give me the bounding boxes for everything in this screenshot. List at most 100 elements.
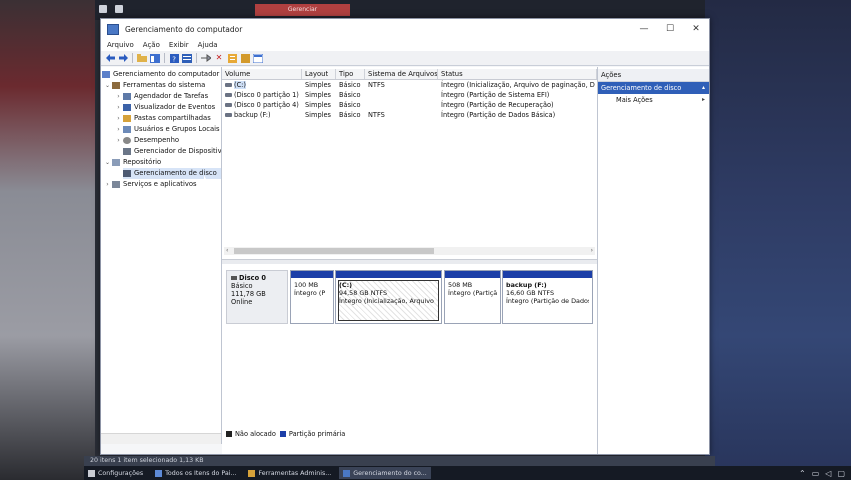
computer-icon <box>102 71 110 78</box>
partition-recovery[interactable]: 508 MB Íntegro (Partiçã <box>444 270 501 324</box>
expand-chevron-icon[interactable]: › <box>115 135 122 146</box>
column-layout[interactable]: Layout <box>302 69 336 79</box>
tree-horizontal-scrollbar[interactable] <box>101 433 221 444</box>
volume-row[interactable]: backup (F:) Simples Básico NTFS Íntegro … <box>222 110 597 120</box>
new-folder-icon[interactable] <box>240 53 250 63</box>
menu-ajuda[interactable]: Ajuda <box>198 41 218 49</box>
center-pane: Volume Layout Tipo Sistema de Arquivos S… <box>222 67 598 454</box>
scroll-left-icon[interactable]: ‹ <box>226 247 228 255</box>
expand-chevron-icon[interactable]: › <box>115 102 122 113</box>
primary-partition-swatch <box>279 431 286 437</box>
tree-device-manager[interactable]: Gerenciador de Dispositivos <box>123 146 221 157</box>
expand-chevron-icon[interactable]: › <box>115 124 122 135</box>
expand-chevron-icon[interactable]: › <box>115 113 122 124</box>
partition-size: 94,58 GB NTFS <box>339 289 387 297</box>
disk-name: Disco 0 <box>231 274 283 282</box>
export-icon[interactable] <box>253 53 263 63</box>
disk-management-icon <box>123 170 131 177</box>
column-tipo[interactable]: Tipo <box>336 69 365 79</box>
disk-list-icon[interactable] <box>182 53 192 63</box>
toolbar: ? ✕ <box>101 51 709 66</box>
network-icon[interactable]: ▭ <box>812 469 820 478</box>
tree-event-viewer[interactable]: › Visualizador de Eventos <box>115 102 215 113</box>
shared-folder-icon <box>123 115 131 122</box>
column-file-system[interactable]: Sistema de Arquivos <box>365 69 438 79</box>
volume-icon <box>225 103 232 107</box>
partition-size: 100 MB <box>294 281 319 289</box>
close-button[interactable]: ✕ <box>683 19 709 39</box>
console-tree-icon[interactable] <box>150 53 160 63</box>
volume-layout: Simples <box>305 101 331 109</box>
column-status[interactable]: Status <box>438 69 597 79</box>
partition-efi[interactable]: 100 MB Íntegro (P <box>290 270 334 324</box>
delete-icon[interactable]: ✕ <box>214 53 224 63</box>
chevron-up-icon[interactable]: ⌃ <box>799 469 806 478</box>
volume-type: Básico <box>339 91 361 99</box>
doc-icon <box>115 5 123 13</box>
properties-icon[interactable] <box>227 53 237 63</box>
legend-unallocated: Não alocado <box>235 430 276 438</box>
system-tray: ⌃ ▭ ◁ ▢ <box>793 466 845 480</box>
back-arrow-icon[interactable] <box>105 53 115 63</box>
partition-size: 508 MB <box>448 281 473 289</box>
partition-bar <box>336 271 441 278</box>
tree-task-scheduler[interactable]: › Agendador de Tarefas <box>115 91 208 102</box>
scrollbar-thumb[interactable] <box>234 248 434 254</box>
scroll-right-icon[interactable]: › <box>591 247 593 255</box>
expand-chevron-icon[interactable]: › <box>104 179 111 190</box>
volume-status: Íntegro (Partição de Recuperação) <box>441 101 554 109</box>
forward-arrow-icon[interactable] <box>118 53 128 63</box>
volume-icon[interactable]: ◁ <box>825 469 831 478</box>
tree-shared-folders[interactable]: › Pastas compartilhadas <box>115 113 211 124</box>
partition-size: 16,60 GB NTFS <box>506 289 554 297</box>
manage-tab[interactable]: Gerenciar <box>255 4 350 16</box>
partition-bar <box>503 271 592 278</box>
collapse-chevron-icon[interactable]: ⌄ <box>104 80 111 91</box>
notifications-icon[interactable]: ▢ <box>837 469 845 478</box>
folder-icon <box>248 469 256 477</box>
menu-acao[interactable]: Ação <box>143 41 160 49</box>
collapse-arrow-icon[interactable]: ▴ <box>702 82 705 94</box>
event-log-icon <box>123 104 131 111</box>
folder-up-icon[interactable] <box>137 53 147 63</box>
connect-icon[interactable] <box>201 53 211 63</box>
actions-header: Ações <box>598 69 709 82</box>
explorer-status-bar: 20 itens 1 item selecionado 1,13 KB <box>84 456 715 466</box>
expand-chevron-icon[interactable]: › <box>115 91 122 102</box>
tree-performance[interactable]: › Desempenho <box>115 135 179 146</box>
tree-storage[interactable]: ⌄ Repositório <box>104 157 161 168</box>
volume-list-horizontal-scrollbar[interactable]: ‹ › <box>224 247 595 255</box>
disk-0-label[interactable]: Disco 0 Básico 111,78 GB Online <box>226 270 288 324</box>
volume-name: (Disco 0 partição 1) <box>234 91 299 99</box>
more-actions-item[interactable]: Mais Ações ▸ <box>598 94 709 106</box>
partition-backup[interactable]: backup (F:) 16,60 GB NTFS Íntegro (Parti… <box>502 270 593 324</box>
computer-management-icon <box>107 23 119 35</box>
help-icon[interactable]: ? <box>169 53 179 63</box>
taskbar-item-settings[interactable]: Configurações <box>84 467 147 479</box>
taskbar-item-control-panel[interactable]: Todos os Itens do Pai... <box>151 467 240 479</box>
partition-c[interactable]: (C:) 94,58 GB NTFS Íntegro (Inicializaçã… <box>335 270 442 324</box>
volume-icon <box>225 93 232 97</box>
minimize-button[interactable]: — <box>631 19 657 39</box>
volume-fs <box>365 90 438 100</box>
menu-exibir[interactable]: Exibir <box>169 41 189 49</box>
volume-row[interactable]: (C:) Simples Básico NTFS Íntegro (Inicia… <box>222 80 597 90</box>
actions-context-disk-management[interactable]: Gerenciamento de disco ▴ <box>598 82 709 94</box>
tree-services[interactable]: › Serviços e aplicativos <box>104 179 197 190</box>
column-volume[interactable]: Volume <box>222 69 302 79</box>
taskbar-item-computer-management[interactable]: Gerenciamento do co... <box>339 467 431 479</box>
collapse-chevron-icon[interactable]: ⌄ <box>104 157 111 168</box>
gear-icon <box>88 469 95 477</box>
volume-row[interactable]: (Disco 0 partição 1) Simples Básico Ínte… <box>222 90 597 100</box>
services-icon <box>112 181 120 188</box>
background-left <box>0 0 95 480</box>
tree-users-groups[interactable]: › Usuários e Grupos Locais <box>115 124 220 135</box>
volume-row[interactable]: (Disco 0 partição 4) Simples Básico Ínte… <box>222 100 597 110</box>
background-right <box>705 0 851 480</box>
taskbar-item-admin-tools[interactable]: Ferramentas Adminis... <box>244 467 335 479</box>
maximize-button[interactable]: ☐ <box>657 19 683 39</box>
tree-root[interactable]: Gerenciamento do computador <box>102 69 219 80</box>
tree-system-tools[interactable]: ⌄ Ferramentas do sistema <box>104 80 205 91</box>
menu-arquivo[interactable]: Arquivo <box>107 41 134 49</box>
console-tree: Gerenciamento do computador ⌄ Ferramenta… <box>101 67 222 444</box>
